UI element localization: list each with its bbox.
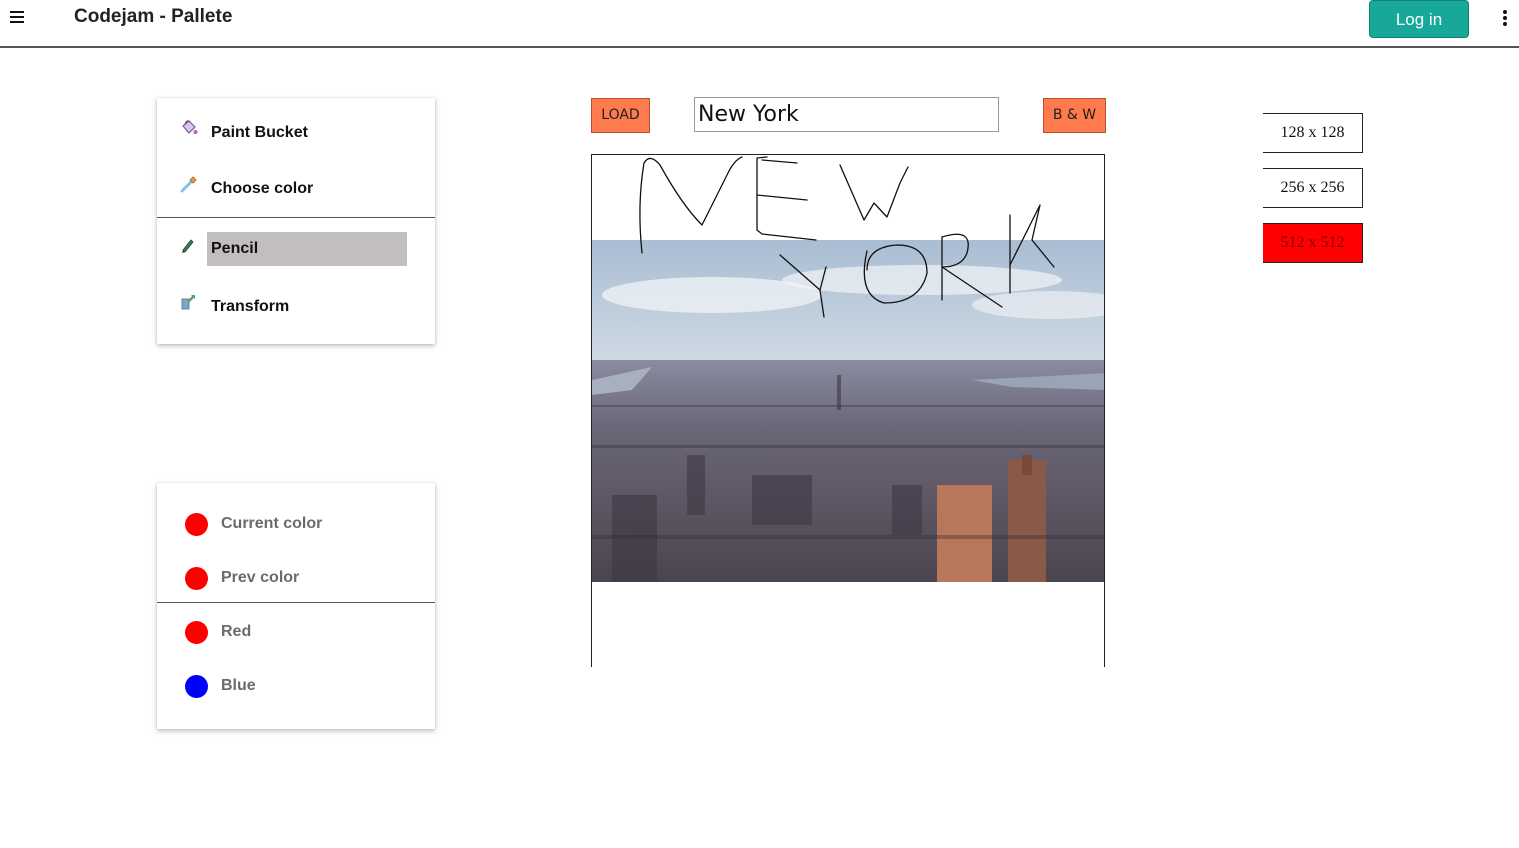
color-swatch [185, 621, 208, 644]
hamburger-menu-icon[interactable] [10, 11, 24, 25]
colors-panel: Current color Prev color Red Blue [157, 483, 435, 729]
pencil-icon [179, 236, 199, 256]
login-button[interactable]: Log in [1369, 0, 1469, 38]
tool-paint-bucket[interactable]: Paint Bucket [157, 114, 435, 154]
transform-icon [179, 292, 199, 312]
more-options-icon[interactable] [1501, 10, 1509, 30]
app-title: Codejam - Pallete [74, 6, 233, 27]
preset-color-blue[interactable]: Blue [157, 665, 435, 701]
eyedropper-icon [179, 174, 199, 194]
current-color[interactable]: Current color [157, 503, 435, 539]
preset-color-red[interactable]: Red [157, 611, 435, 647]
tool-transform[interactable]: Transform [157, 288, 435, 328]
tool-label: Pencil [211, 240, 259, 257]
divider [157, 602, 435, 603]
tool-label: Choose color [211, 180, 314, 197]
color-swatch [185, 675, 208, 698]
tool-label: Paint Bucket [211, 124, 308, 141]
city-photo [592, 240, 1104, 582]
size-128-button[interactable]: 128 x 128 [1263, 113, 1363, 153]
color-swatch [185, 513, 208, 536]
tool-label: Transform [211, 298, 290, 315]
load-button[interactable]: LOAD [591, 98, 650, 133]
tool-choose-color[interactable]: Choose color [157, 170, 435, 210]
color-label: Red [221, 623, 252, 640]
divider [157, 217, 435, 218]
city-search-input[interactable] [694, 97, 999, 132]
app-header: Codejam - Pallete Log in [0, 0, 1519, 48]
color-label: Blue [221, 677, 256, 694]
color-label: Prev color [221, 569, 300, 586]
color-swatch [185, 567, 208, 590]
size-512-button[interactable]: 512 x 512 [1263, 223, 1363, 263]
tool-pencil[interactable]: Pencil [157, 232, 435, 272]
size-256-button[interactable]: 256 x 256 [1263, 168, 1363, 208]
canvas-content [592, 156, 1104, 582]
tools-panel: Paint Bucket Choose color Pencil Transfo… [157, 98, 435, 344]
paint-bucket-icon [179, 118, 199, 138]
drawing-canvas[interactable] [591, 154, 1105, 667]
black-white-button[interactable]: B & W [1043, 98, 1106, 133]
color-label: Current color [221, 515, 323, 532]
prev-color[interactable]: Prev color [157, 557, 435, 593]
